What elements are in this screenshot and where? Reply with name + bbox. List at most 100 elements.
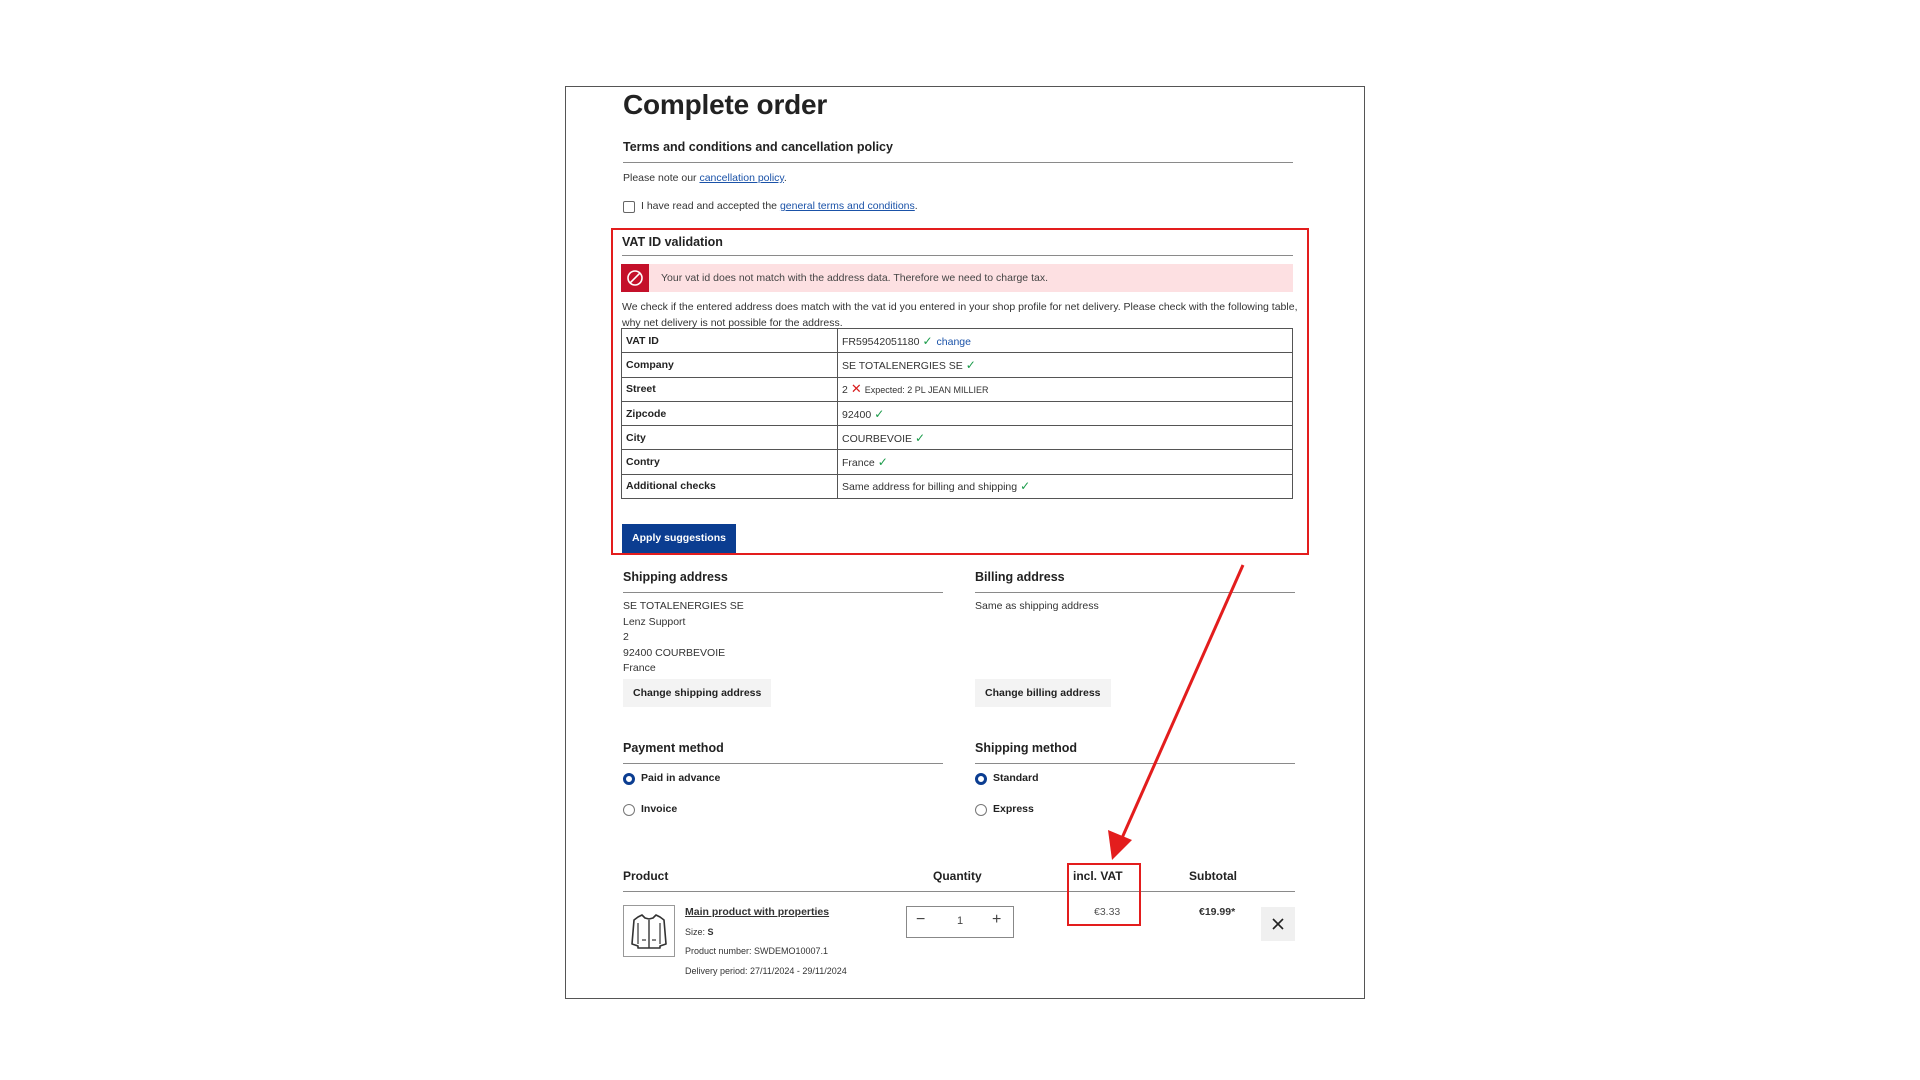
decrease-quantity-button[interactable]: − [916, 911, 925, 929]
vat-row-value: France [842, 457, 875, 470]
product-number: Product number: SWDEMO10007.1 [685, 946, 829, 956]
payment-option-invoice: Invoice [641, 803, 678, 815]
cross-icon: ✕ [850, 381, 862, 397]
vat-description: We check if the entered address does mat… [622, 301, 1298, 329]
vat-row-expected: Expected: 2 PL JEAN MILLIER [864, 385, 989, 396]
increase-quantity-button[interactable]: + [992, 911, 1001, 929]
vat-row-value: 2 [842, 384, 848, 397]
vat-row-value-cell: 2 ✕ Expected: 2 PL JEAN MILLIER [837, 376, 1293, 402]
shipping-option-express: Express [993, 803, 1034, 815]
change-shipping-address-button[interactable]: Change shipping address [623, 679, 772, 707]
vat-row-key: Zipcode [621, 400, 838, 427]
col-subtotal: Subtotal [1189, 869, 1237, 883]
vat-divider [622, 255, 1293, 256]
general-terms-link[interactable]: general terms and conditions [780, 200, 915, 212]
vat-row-key: Contry [621, 449, 838, 475]
shipping-address-line: Lenz Support [623, 615, 686, 628]
product-size-value: S [707, 927, 714, 937]
product-name-link[interactable]: Main product with properties [685, 906, 829, 918]
vat-row: Additional checks Same address for billin… [621, 473, 1293, 500]
vat-row-key: Street [621, 376, 838, 402]
vat-row: Contry France ✓ [621, 449, 1293, 475]
terms-accept-label: I have read and accepted the general ter… [641, 200, 918, 212]
check-icon: ✓ [874, 406, 885, 421]
vat-row-value: Same address for billing and shipping [842, 481, 1018, 494]
shipping-option-standard: Standard [993, 772, 1039, 784]
cancellation-policy-link[interactable]: cancellation policy [699, 172, 783, 184]
terms-divider [623, 162, 1293, 163]
vat-validation-highlight: VAT ID validation Your vat id does not m… [611, 228, 1309, 555]
check-icon: ✓ [915, 430, 926, 445]
cancellation-note: Please note our cancellation policy. [623, 172, 787, 184]
jacket-icon [631, 914, 667, 949]
product-size-label: Size: [685, 927, 708, 937]
terms-accept-suffix: . [914, 200, 918, 212]
quantity-stepper: − 1 + [906, 906, 1014, 938]
checkout-frame: Complete order Terms and conditions and … [565, 86, 1365, 999]
vat-row-value-cell: 92400 ✓ [837, 400, 1293, 427]
product-delivery-period: Delivery period: 27/11/2024 - 29/11/2024 [685, 966, 847, 976]
vat-row-value-cell: SE TOTALENERGIES SE ✓ [837, 352, 1293, 378]
product-size: Size: S [685, 927, 714, 937]
check-icon: ✓ [922, 333, 933, 348]
vat-table: VAT ID FR59542051180 ✓ change Company SE TOTA… [621, 327, 1293, 500]
vat-row-key: Additional checks [621, 473, 838, 500]
payment-method-heading: Payment method [623, 741, 724, 755]
vat-row-value-cell: Same address for billing and shipping ✓ [837, 473, 1293, 500]
vat-row-value-cell: FR59542051180 ✓ change [837, 327, 1293, 354]
shipping-address-lines: SE TOTALENERGIES SE Lenz Support 2 92400 CO… [623, 599, 744, 677]
payment-radio-invoice[interactable] [623, 804, 635, 816]
billing-address-heading: Billing address [975, 570, 1065, 584]
cart-divider [623, 891, 1295, 892]
payment-method-divider [623, 763, 943, 764]
vat-row-key: Company [621, 352, 838, 378]
vat-row-value-cell: COURBEVOIE ✓ [837, 425, 1293, 451]
vat-row-key: VAT ID [621, 327, 838, 354]
vat-row: Company SE TOTALENERGIES SE ✓ [621, 352, 1293, 378]
shipping-address-line: 92400 COURBEVOIE [623, 646, 726, 659]
close-icon [1272, 918, 1284, 930]
vat-row: VAT ID FR59542051180 ✓ change [621, 327, 1293, 354]
vat-row-key: City [621, 425, 838, 451]
vat-row: Street 2 ✕ Expected: 2 PL JEAN MILLIER [621, 376, 1293, 402]
blocked-icon [621, 264, 649, 292]
terms-heading: Terms and conditions and cancellation po… [623, 140, 893, 154]
payment-radio-paid-in-advance[interactable] [623, 773, 635, 785]
shipping-radio-express[interactable] [975, 804, 987, 816]
shipping-address-divider [623, 592, 943, 593]
check-icon: ✓ [965, 357, 976, 372]
terms-checkbox[interactable] [623, 201, 635, 213]
vat-row: City COURBEVOIE ✓ [621, 425, 1293, 451]
vat-row-value: 92400 [842, 408, 872, 421]
page-title: Complete order [623, 89, 828, 120]
apply-suggestions-button[interactable]: Apply suggestions [622, 524, 736, 553]
shipping-address-heading: Shipping address [623, 570, 728, 584]
check-icon: ✓ [1020, 479, 1031, 494]
cancellation-note-suffix: . [783, 172, 787, 184]
vat-alert: Your vat id does not match with the addr… [621, 264, 1293, 292]
remove-item-button[interactable] [1261, 907, 1295, 941]
payment-option-paid-in-advance: Paid in advance [641, 772, 721, 784]
vat-column-highlight [1067, 863, 1141, 926]
change-vat-id-link[interactable]: change [937, 336, 971, 348]
billing-address-divider [975, 592, 1295, 593]
shipping-radio-standard[interactable] [975, 773, 987, 785]
shipping-method-heading: Shipping method [975, 741, 1078, 755]
billing-address-text: Same as shipping address [975, 600, 1099, 612]
vat-row-value: FR59542051180 [842, 335, 920, 348]
product-image[interactable] [623, 905, 675, 957]
item-subtotal: €19.99* [1199, 906, 1236, 918]
vat-row-value: COURBEVOIE [842, 432, 913, 445]
vat-row-value: SE TOTALENERGIES SE [842, 359, 963, 372]
vat-alert-text: Your vat id does not match with the addr… [661, 272, 1048, 284]
shipping-method-divider [975, 763, 1295, 764]
col-product: Product [623, 869, 669, 883]
terms-accept-text: I have read and accepted the [641, 200, 780, 212]
quantity-value[interactable]: 1 [957, 915, 963, 927]
change-billing-address-button[interactable]: Change billing address [975, 679, 1111, 707]
shipping-address-line: France [623, 662, 656, 674]
vat-row: Zipcode 92400 ✓ [621, 400, 1293, 427]
col-quantity: Quantity [933, 869, 982, 883]
cancellation-note-text: Please note our [623, 172, 700, 184]
vat-row-value-cell: France ✓ [837, 449, 1293, 475]
